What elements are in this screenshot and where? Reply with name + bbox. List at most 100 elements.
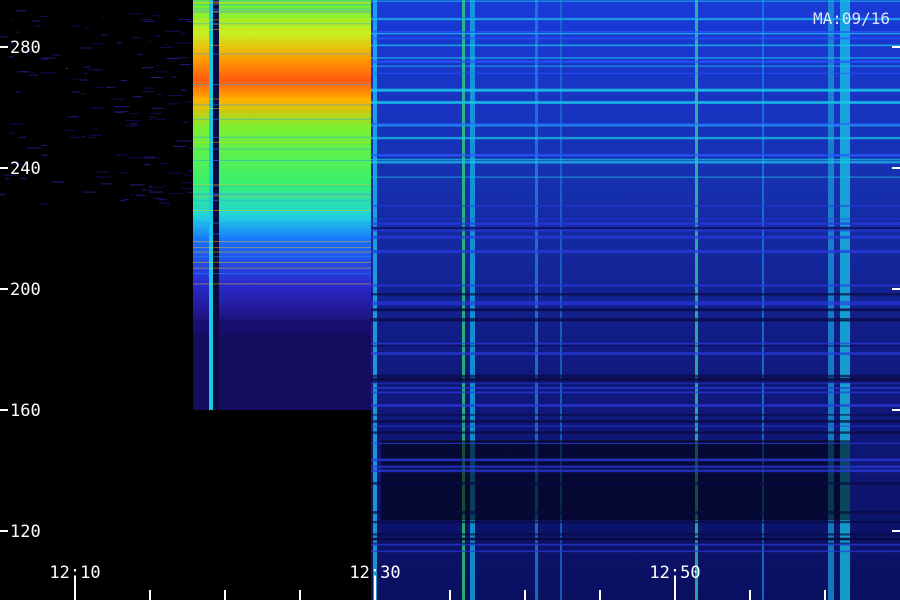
noise-streak — [173, 146, 184, 147]
noise-streak — [109, 98, 125, 100]
noise-streak — [180, 89, 187, 91]
noise-streak — [162, 185, 167, 187]
noise-streak — [186, 21, 194, 22]
noise-streak — [129, 184, 145, 186]
frequency-streak — [193, 148, 371, 150]
noise-streak — [24, 107, 27, 109]
frequency-streak — [193, 44, 371, 46]
noise-streak — [100, 183, 113, 185]
noise-streak — [101, 34, 105, 36]
noise-streak — [84, 28, 91, 30]
frequency-streak — [193, 222, 371, 224]
frequency-streak — [193, 118, 371, 120]
frequency-streak — [193, 23, 371, 25]
frequency-streak — [193, 261, 371, 263]
noise-streak — [143, 87, 155, 89]
noise-streak — [168, 95, 183, 96]
noise-streak — [25, 20, 28, 22]
frequency-streak — [371, 293, 900, 296]
y-tick-label: 240 — [10, 159, 41, 179]
frequency-streak — [193, 247, 371, 249]
noise-streak — [159, 162, 168, 164]
noise-streak — [16, 31, 20, 33]
noise-streak — [15, 91, 21, 93]
y-tick-label: 280 — [10, 38, 41, 58]
noise-streak — [41, 154, 48, 156]
noise-streak — [114, 106, 130, 108]
noise-streak — [9, 123, 23, 125]
frequency-streak — [193, 256, 371, 258]
noise-streak — [128, 13, 142, 15]
noise-streak — [95, 171, 109, 173]
noise-streak — [104, 34, 110, 36]
frequency-streak — [193, 193, 371, 195]
noise-streak — [89, 107, 106, 109]
frequency-streak — [371, 65, 900, 67]
noise-streak — [156, 93, 163, 95]
frequency-streak — [371, 469, 900, 473]
noise-streak — [40, 72, 57, 74]
noise-streak — [179, 64, 191, 66]
noise-streak — [171, 76, 176, 78]
noise-streak — [119, 200, 126, 202]
frequency-streak — [371, 387, 900, 389]
noise-streak — [129, 123, 138, 125]
noise-streak — [132, 37, 142, 39]
noise-streak — [150, 77, 163, 78]
noise-streak — [0, 36, 8, 38]
frequency-streak — [371, 391, 900, 394]
noise-streak — [156, 65, 159, 67]
frequency-streak — [371, 155, 900, 157]
frequency-streak — [371, 227, 900, 230]
noise-streak — [153, 15, 161, 17]
frequency-streak — [371, 420, 900, 423]
noise-streak — [91, 43, 103, 45]
burst-tail — [193, 319, 371, 410]
frequency-streak — [371, 60, 900, 63]
noise-streak — [151, 107, 164, 109]
frequency-streak — [371, 284, 900, 287]
noise-streak — [136, 194, 146, 196]
y-tick-label: 200 — [10, 280, 41, 300]
frequency-streak — [371, 161, 900, 164]
frequency-streak — [371, 44, 900, 47]
frequency-streak — [193, 2, 371, 4]
frequency-streak — [371, 123, 900, 126]
frequency-streak — [371, 459, 900, 462]
x-tick-label: 12:50 — [649, 563, 700, 583]
noise-streak — [136, 54, 143, 56]
noise-streak — [154, 118, 167, 120]
noise-streak — [38, 203, 49, 205]
noise-streak — [166, 57, 182, 59]
noise-streak — [118, 172, 130, 174]
frequency-streak — [371, 205, 900, 207]
noise-streak — [143, 20, 155, 22]
frequency-streak — [371, 308, 900, 310]
noise-streak — [149, 186, 164, 188]
noise-streak — [180, 57, 188, 58]
frequency-streak — [371, 345, 900, 347]
frequency-streak — [371, 342, 900, 345]
noise-streak — [106, 86, 116, 88]
noise-streak — [15, 10, 27, 12]
noise-streak — [82, 135, 86, 137]
noise-streak — [155, 71, 167, 73]
y-tick-label: 120 — [10, 522, 41, 542]
noise-streak — [168, 193, 184, 195]
noise-streak — [184, 174, 191, 176]
frequency-streak — [193, 210, 371, 211]
noise-streak — [165, 204, 170, 206]
noise-streak — [120, 80, 127, 82]
frequency-streak — [371, 379, 900, 383]
frequency-streak — [371, 37, 900, 40]
noise-streak — [65, 68, 69, 69]
noise-streak — [165, 30, 180, 32]
frequency-streak — [371, 414, 900, 416]
frequency-streak — [371, 320, 900, 322]
noise-streak — [145, 157, 161, 159]
x-tick-label: 12:30 — [349, 563, 400, 583]
noise-streak — [149, 116, 157, 118]
frequency-streak — [193, 104, 371, 106]
noise-streak — [18, 136, 27, 138]
noise-streak — [84, 72, 87, 74]
